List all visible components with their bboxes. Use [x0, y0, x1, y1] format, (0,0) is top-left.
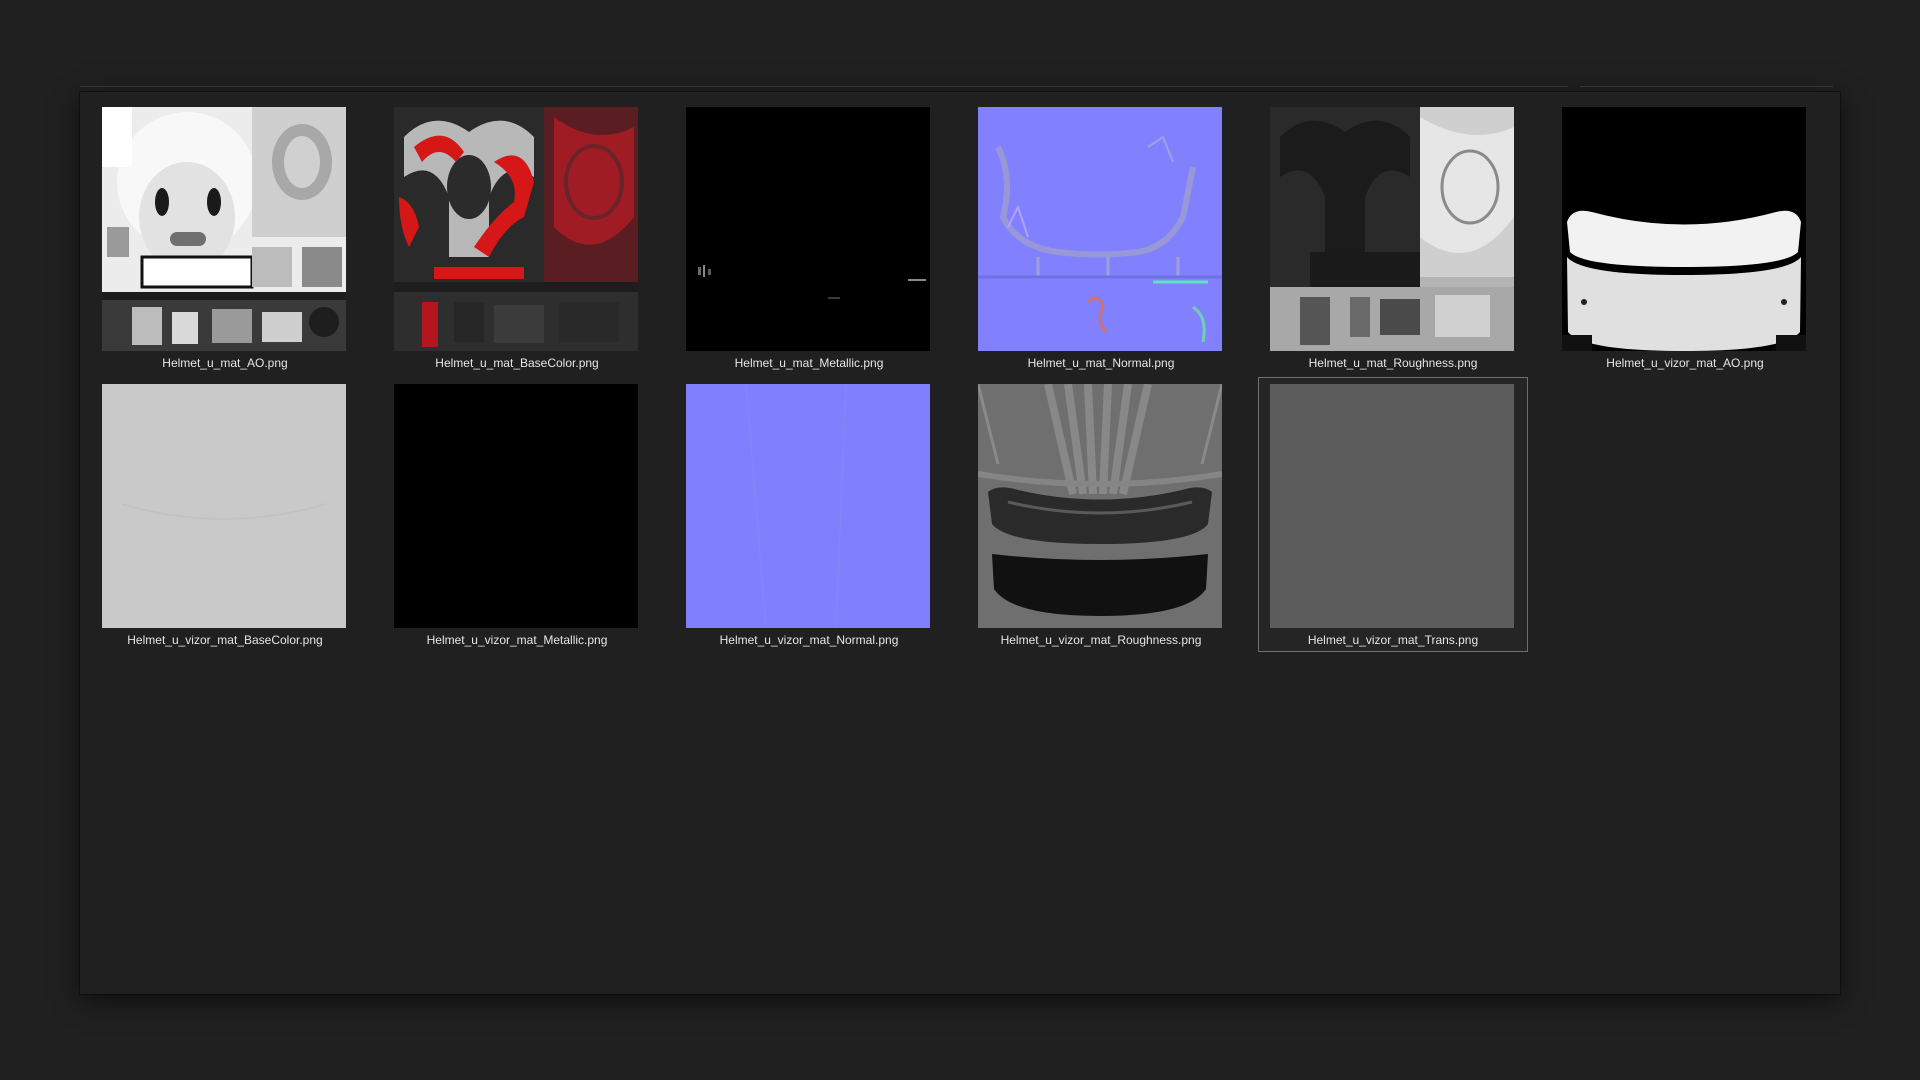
image-thumbnail — [1562, 107, 1806, 351]
file-item[interactable]: Helmet_u_vizor_mat_Normal.png — [674, 377, 944, 652]
image-thumbnail — [686, 384, 930, 628]
file-name: Helmet_u_vizor_mat_Trans.png — [1307, 633, 1479, 647]
file-name: Helmet_u_mat_AO.png — [162, 356, 288, 370]
file-name: Helmet_u_mat_Normal.png — [1027, 356, 1175, 370]
vizor-normal-texture-icon — [686, 384, 930, 628]
file-item[interactable]: Helmet_u_vizor_mat_Metallic.png — [382, 377, 652, 652]
file-explorer-desktop: Helmet_u_mat_AO.png Helmet_u_mat_BaseCol… — [0, 0, 1920, 1080]
file-item[interactable]: Helmet_u_vizor_mat_AO.png — [1550, 100, 1820, 375]
file-item[interactable]: Helmet_u_mat_Metallic.png — [674, 100, 944, 375]
file-name: Helmet_u_vizor_mat_Metallic.png — [426, 633, 608, 647]
metallic-texture-icon — [686, 107, 930, 351]
thumbnail-grid: Helmet_u_mat_AO.png Helmet_u_mat_BaseCol… — [90, 100, 1820, 652]
normal-texture-icon — [978, 107, 1222, 351]
search-bar-divider — [1580, 86, 1833, 87]
vizor-trans-texture-icon — [1270, 384, 1514, 628]
file-view-pane[interactable]: Helmet_u_mat_AO.png Helmet_u_mat_BaseCol… — [80, 92, 1840, 994]
file-name: Helmet_u_vizor_mat_Roughness.png — [1000, 633, 1202, 647]
file-item[interactable]: Helmet_u_vizor_mat_BaseColor.png — [90, 377, 360, 652]
image-thumbnail — [394, 107, 638, 351]
file-name: Helmet_u_mat_BaseColor.png — [435, 356, 599, 370]
file-item[interactable]: Helmet_u_vizor_mat_Roughness.png — [966, 377, 1236, 652]
ao-texture-icon — [102, 107, 346, 351]
image-thumbnail — [1270, 107, 1514, 351]
image-thumbnail — [102, 384, 346, 628]
image-thumbnail — [394, 384, 638, 628]
vizor-metallic-texture-icon — [394, 384, 638, 628]
file-name: Helmet_u_mat_Roughness.png — [1308, 356, 1478, 370]
vizor-roughness-texture-icon — [978, 384, 1222, 628]
file-name: Helmet_u_vizor_mat_Normal.png — [719, 633, 899, 647]
file-item[interactable]: Helmet_u_mat_Normal.png — [966, 100, 1236, 375]
basecolor-texture-icon — [394, 107, 638, 351]
image-thumbnail — [978, 384, 1222, 628]
file-name: Helmet_u_mat_Metallic.png — [734, 356, 884, 370]
vizor-basecolor-texture-icon — [102, 384, 346, 628]
file-item[interactable]: Helmet_u_mat_Roughness.png — [1258, 100, 1528, 375]
file-name: Helmet_u_vizor_mat_AO.png — [1606, 356, 1764, 370]
image-thumbnail — [102, 107, 346, 351]
file-item[interactable]: Helmet_u_mat_BaseColor.png — [382, 100, 652, 375]
file-name: Helmet_u_vizor_mat_BaseColor.png — [127, 633, 323, 647]
image-thumbnail — [978, 107, 1222, 351]
file-item[interactable]: Helmet_u_mat_AO.png — [90, 100, 360, 375]
address-bar-divider — [80, 86, 1568, 87]
image-thumbnail — [1270, 384, 1514, 628]
image-thumbnail — [686, 107, 930, 351]
roughness-texture-icon — [1270, 107, 1514, 351]
file-item-selected[interactable]: Helmet_u_vizor_mat_Trans.png — [1258, 377, 1528, 652]
vizor-ao-texture-icon — [1562, 107, 1806, 351]
